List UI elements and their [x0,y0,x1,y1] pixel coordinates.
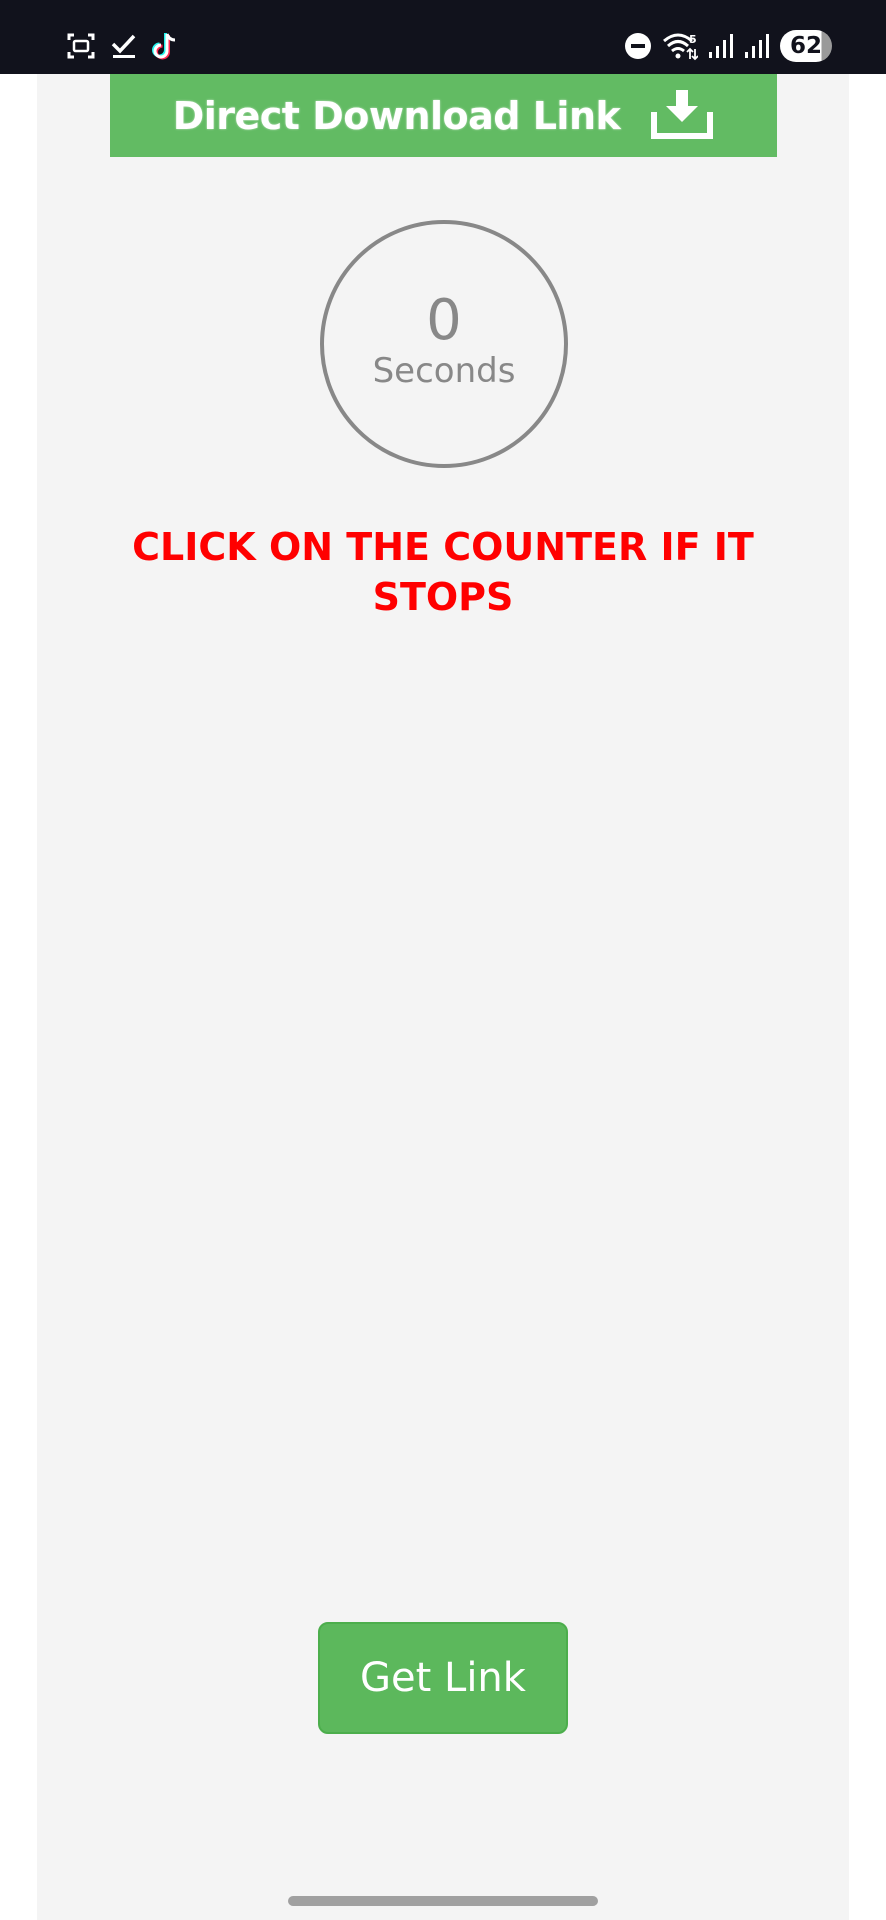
battery-indicator: 62 [780,30,832,62]
wifi-icon: 5 [662,31,698,61]
status-right-icons: 5 62 [624,26,832,66]
direct-download-link-button[interactable]: Direct Download Link [110,74,777,157]
page-content: Direct Download Link 0 Seconds CLICK ON … [37,74,849,1920]
download-icon [650,88,714,144]
countdown-counter[interactable]: 0 Seconds [320,220,568,468]
signal-icon [744,32,770,60]
checkmark-icon [110,32,138,60]
counter-warning-text: CLICK ON THE COUNTER IF IT STOPS [132,525,754,619]
counter-unit: Seconds [372,351,516,391]
status-bar: 5 62 [0,0,886,74]
screen: 5 62 Direct Download Link 0 Seconds CLIC… [0,0,886,1920]
direct-download-link-label: Direct Download Link [172,93,621,138]
tiktok-icon [152,31,178,61]
home-indicator[interactable] [288,1896,598,1906]
do-not-disturb-icon [624,32,652,60]
counter-value: 0 [426,288,462,353]
status-left-icons [66,26,178,66]
svg-text:5: 5 [689,33,697,46]
screenshot-icon [66,32,96,60]
signal-icon [708,32,734,60]
get-link-button[interactable]: Get Link [318,1622,568,1734]
